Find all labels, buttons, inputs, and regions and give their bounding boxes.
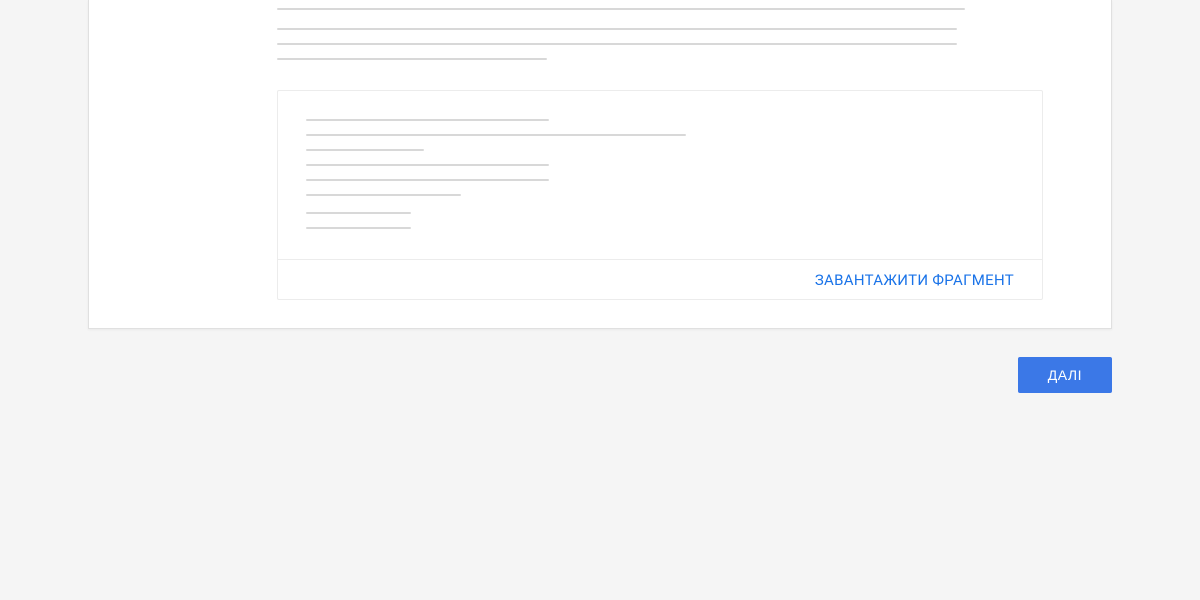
placeholder-line (306, 164, 549, 166)
placeholder-line (306, 227, 411, 229)
snippet-footer: ЗАВАНТАЖИТИ ФРАГМЕНТ (278, 259, 1042, 299)
placeholder-line (306, 119, 549, 121)
next-button[interactable]: ДАЛІ (1018, 357, 1112, 393)
placeholder-line (277, 43, 957, 45)
action-bar: ДАЛІ (0, 357, 1112, 393)
placeholder-line (277, 58, 547, 60)
content-area: ЗАВАНТАЖИТИ ФРАГМЕНТ (89, 0, 1111, 300)
placeholder-line (306, 212, 411, 214)
placeholder-line (306, 134, 686, 136)
code-snippet-card: ЗАВАНТАЖИТИ ФРАГМЕНТ (277, 90, 1043, 300)
download-snippet-button[interactable]: ЗАВАНТАЖИТИ ФРАГМЕНТ (815, 271, 1014, 289)
snippet-body (278, 91, 1042, 259)
placeholder-line (306, 149, 424, 151)
description-placeholder-block (277, 0, 1051, 60)
main-panel: ЗАВАНТАЖИТИ ФРАГМЕНТ (88, 0, 1112, 329)
placeholder-line (277, 28, 957, 30)
placeholder-line (306, 179, 549, 181)
